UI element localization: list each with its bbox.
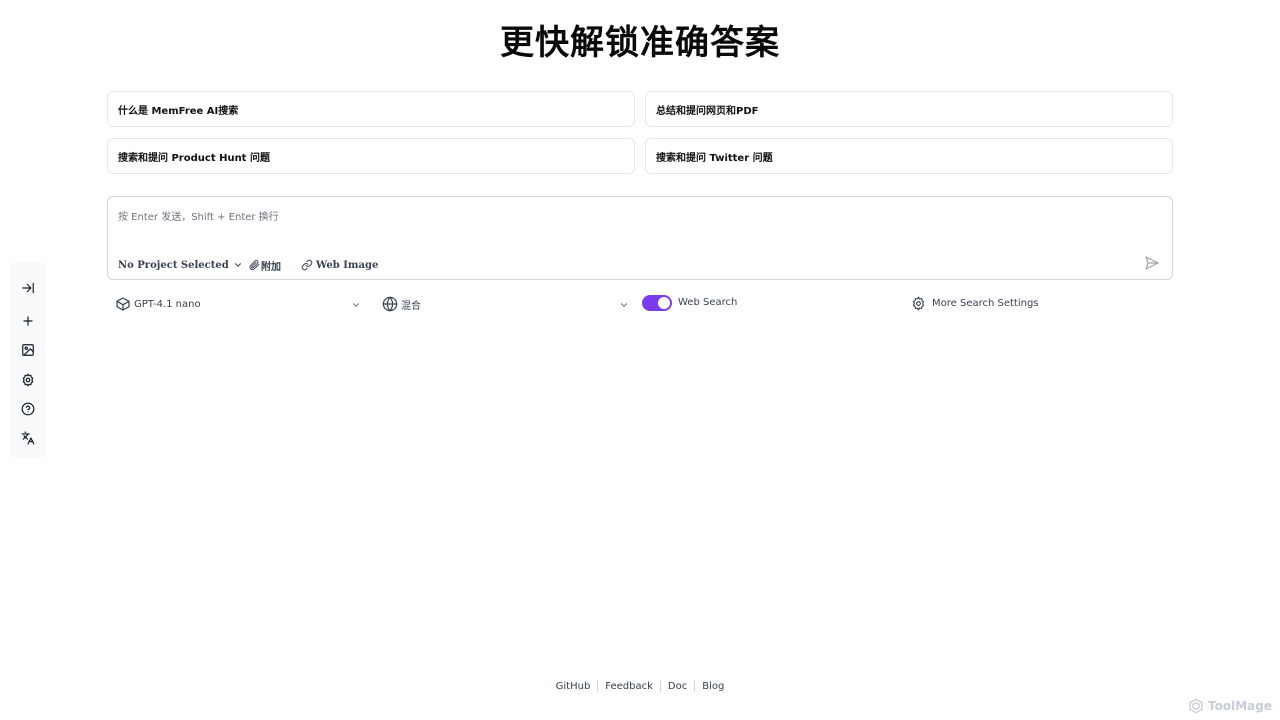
help-circle-icon xyxy=(21,402,35,416)
chevron-down-icon[interactable] xyxy=(351,300,361,310)
footer-link-doc[interactable]: Doc xyxy=(661,681,694,692)
project-selector-label: No Project Selected xyxy=(118,259,229,271)
help-button[interactable] xyxy=(19,400,37,418)
paperclip-icon xyxy=(249,259,260,271)
settings-button[interactable] xyxy=(19,371,37,389)
globe-icon xyxy=(382,296,398,312)
watermark: ToolMage xyxy=(1188,698,1272,714)
cube-icon xyxy=(116,297,130,311)
source-selector-label: 混合 xyxy=(401,300,421,312)
watermark-logo-icon xyxy=(1189,698,1203,714)
image-icon xyxy=(22,344,34,356)
web-image-label: Web Image xyxy=(316,259,379,271)
left-sidebar xyxy=(11,262,45,458)
source-selector[interactable]: 混合 xyxy=(382,295,421,313)
translate-icon xyxy=(21,431,35,445)
suggestion-card-label: 总结和提问网页和PDF xyxy=(656,105,759,117)
send-button[interactable] xyxy=(1144,255,1162,273)
suggestion-card-label: 搜索和提问 Twitter 问题 xyxy=(656,152,773,164)
suggestion-card-label: 搜索和提问 Product Hunt 问题 xyxy=(118,152,270,164)
footer: GitHub Feedback Doc Blog xyxy=(0,680,1280,692)
images-button[interactable] xyxy=(19,341,37,359)
web-search-toggle[interactable] xyxy=(642,295,672,311)
model-selector-label: GPT-4.1 nano xyxy=(134,298,201,310)
send-icon xyxy=(1145,256,1159,270)
plus-icon xyxy=(23,316,33,326)
suggestion-card-product-hunt[interactable]: 搜索和提问 Product Hunt 问题 xyxy=(107,138,635,174)
toggle-knob xyxy=(658,297,670,309)
project-selector[interactable]: No Project Selected xyxy=(118,257,243,273)
footer-link-blog[interactable]: Blog xyxy=(695,681,731,692)
chevron-down-icon xyxy=(234,263,241,267)
new-chat-button[interactable] xyxy=(19,312,37,330)
suggestion-card-memfree[interactable]: 什么是 MemFree AI搜索 xyxy=(107,91,635,127)
attach-label: 附加 xyxy=(261,261,281,273)
web-search-label: Web Search xyxy=(678,297,738,308)
expand-sidebar-button[interactable] xyxy=(19,279,37,297)
footer-link-github[interactable]: GitHub xyxy=(549,681,598,692)
attach-button[interactable]: 附加 xyxy=(248,257,281,273)
footer-link-feedback[interactable]: Feedback xyxy=(598,681,660,692)
watermark-text: ToolMage xyxy=(1208,699,1272,713)
language-button[interactable] xyxy=(19,429,37,447)
gear-icon xyxy=(912,296,925,310)
more-search-settings-label: More Search Settings xyxy=(932,297,1039,309)
suggestion-card-twitter[interactable]: 搜索和提问 Twitter 问题 xyxy=(645,138,1173,174)
more-search-settings-button[interactable]: More Search Settings xyxy=(911,295,1039,311)
prompt-box: No Project Selected 附加 Web Image xyxy=(107,196,1173,280)
page-title: 更快解锁准确答案 xyxy=(500,23,780,63)
gear-icon xyxy=(22,373,34,387)
prompt-input[interactable] xyxy=(118,207,1118,227)
web-image-button[interactable]: Web Image xyxy=(301,257,378,273)
chevron-down-icon[interactable] xyxy=(619,300,629,310)
suggestion-card-label: 什么是 MemFree AI搜索 xyxy=(118,105,239,117)
link-icon xyxy=(301,259,313,271)
suggestion-card-summarize[interactable]: 总结和提问网页和PDF xyxy=(645,91,1173,127)
model-selector[interactable]: GPT-4.1 nano xyxy=(115,295,201,313)
arrow-right-to-line-icon xyxy=(22,282,34,294)
